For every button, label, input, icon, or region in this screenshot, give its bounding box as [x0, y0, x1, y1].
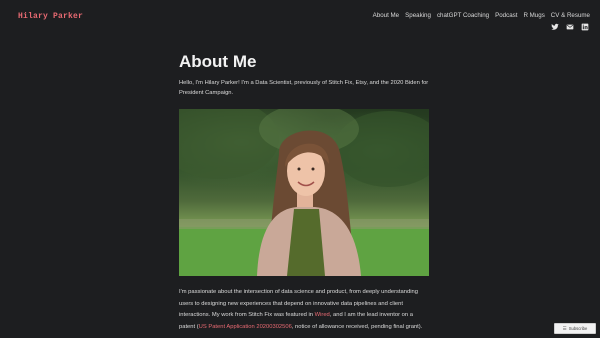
nav-item-chatgpt-coaching[interactable]: chatGPT Coaching — [437, 12, 489, 19]
linkedin-icon[interactable] — [581, 23, 589, 31]
subscribe-icon: ☰ — [562, 325, 567, 331]
twitter-icon[interactable] — [551, 23, 559, 31]
nav-item-cv-resume[interactable]: CV & Resume — [551, 12, 590, 19]
site-title[interactable]: Hilary Parker — [18, 12, 83, 21]
nav-item-speaking[interactable]: Speaking — [405, 12, 431, 19]
nav-item-about-me[interactable]: About Me — [373, 12, 399, 19]
wired-link[interactable]: Wired — [315, 312, 330, 318]
nav-item-r-mugs[interactable]: R Mugs — [523, 12, 544, 19]
nav-item-podcast[interactable]: Podcast — [495, 12, 517, 19]
profile-photo — [179, 109, 429, 276]
main-nav: About Me Speaking chatGPT Coaching Podca… — [373, 12, 590, 19]
subscribe-button[interactable]: ☰ Subscribe — [554, 323, 596, 334]
body-paragraph: I'm passionate about the intersection of… — [179, 287, 429, 333]
subscribe-label: Subscribe — [568, 326, 588, 331]
social-links — [551, 23, 589, 31]
body-text-part: , notice of allowance received, pending … — [291, 323, 423, 330]
email-icon[interactable] — [566, 23, 574, 31]
intro-paragraph: Hello, I'm Hilary Parker! I'm a Data Sci… — [179, 80, 429, 96]
patent-link[interactable]: US Patent Application 20200302506 — [199, 324, 292, 330]
page-title: About Me — [179, 52, 257, 71]
